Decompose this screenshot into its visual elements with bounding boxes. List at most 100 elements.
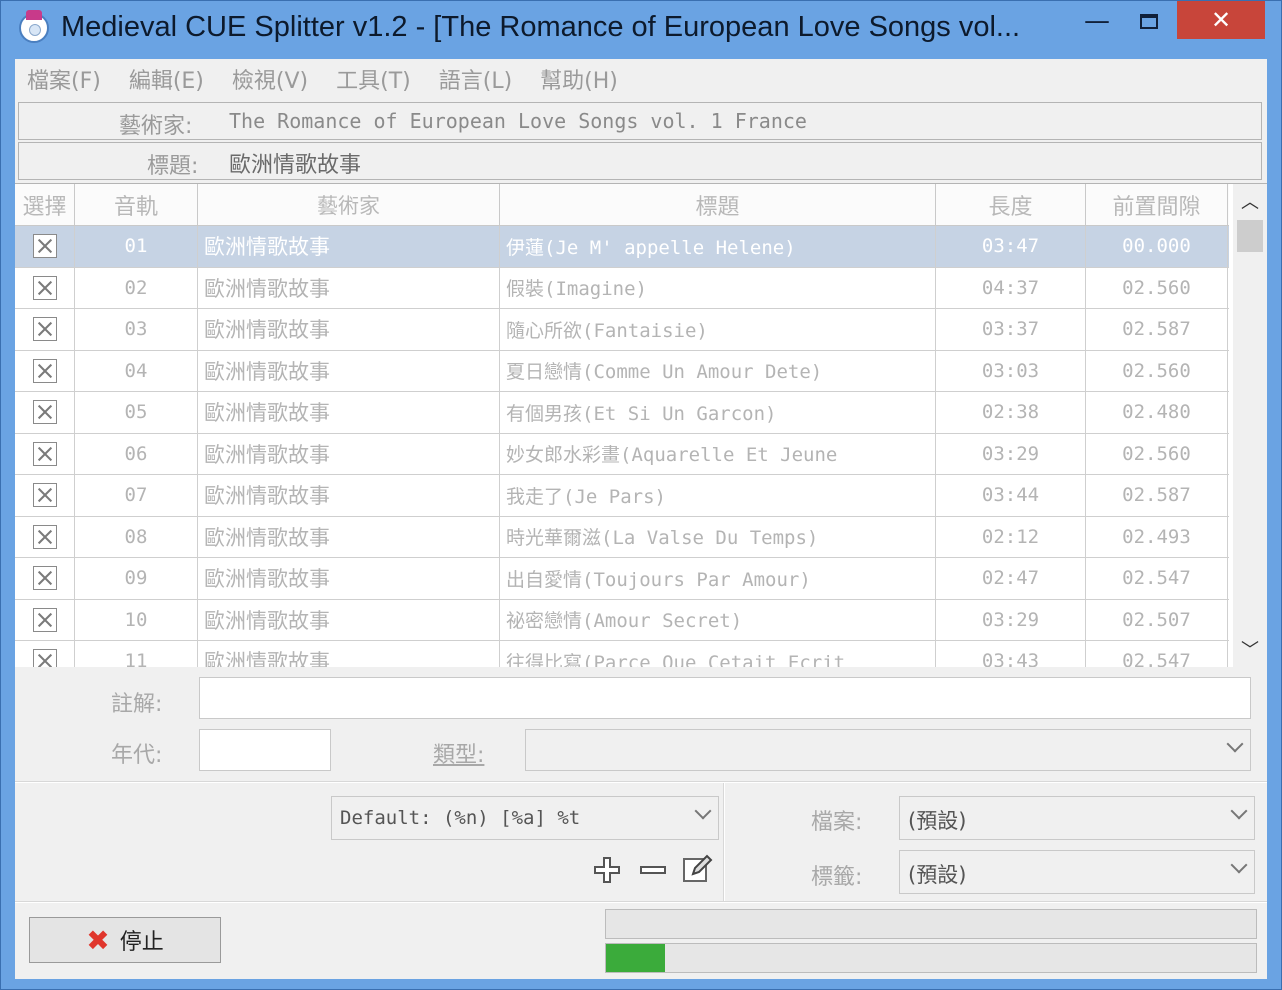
- file-select-value: (預設): [908, 809, 967, 833]
- naming-format-select[interactable]: Default: (%n) [%a] %t: [331, 796, 719, 840]
- track-artist: 歐洲情歌故事: [198, 350, 500, 391]
- row-checkbox[interactable]: [32, 358, 57, 383]
- remove-format-button[interactable]: [637, 854, 669, 886]
- row-checkbox[interactable]: [32, 649, 57, 667]
- column-header-artist[interactable]: 藝術家: [198, 184, 500, 225]
- table-row[interactable]: 10 歐洲情歌故事 祕密戀情(Amour Secret) 03:29 02.507: [15, 599, 1229, 641]
- row-select-cell: [15, 309, 75, 350]
- file-select[interactable]: (預設): [899, 796, 1255, 840]
- table-row[interactable]: 07 歐洲情歌故事 我走了(Je Pars) 03:44 02.587: [15, 475, 1229, 517]
- tag-select[interactable]: (預設): [899, 850, 1255, 894]
- add-format-button[interactable]: [591, 854, 623, 886]
- row-select-cell: [15, 516, 75, 557]
- track-pregap: 02.493: [1086, 516, 1228, 557]
- track-number: 03: [75, 309, 198, 350]
- row-checkbox[interactable]: [32, 607, 57, 632]
- title-bar[interactable]: Medieval CUE Splitter v1.2 - [The Romanc…: [1, 1, 1281, 59]
- genre-label[interactable]: 類型:: [433, 737, 484, 769]
- comment-input[interactable]: [199, 677, 1251, 719]
- edit-format-button[interactable]: [681, 852, 713, 884]
- track-artist: 歐洲情歌故事: [198, 433, 500, 474]
- track-artist: 歐洲情歌故事: [198, 599, 500, 640]
- scroll-down-icon[interactable]: ﹀: [1233, 632, 1267, 666]
- track-title: 我走了(Je Pars): [500, 475, 936, 516]
- row-checkbox[interactable]: [32, 441, 57, 466]
- track-pregap: 02.560: [1086, 433, 1228, 474]
- album-artist-label: 藝術家:: [119, 114, 193, 139]
- track-title: 出自愛情(Toujours Par Amour): [500, 558, 936, 599]
- album-title-label: 標題:: [147, 154, 199, 179]
- year-label: 年代:: [111, 743, 163, 768]
- track-number: 11: [75, 641, 198, 667]
- column-header-length[interactable]: 長度: [936, 184, 1086, 225]
- menu-help[interactable]: 幫助(H): [540, 63, 618, 95]
- stop-button[interactable]: ✖ 停止: [29, 917, 221, 963]
- row-select-cell: [15, 641, 75, 667]
- column-header-track[interactable]: 音軌: [75, 184, 198, 225]
- album-title-row: 標題: 歐洲情歌故事: [18, 142, 1262, 180]
- album-title-value[interactable]: 歐洲情歌故事: [229, 147, 361, 179]
- table-row[interactable]: 03 歐洲情歌故事 隨心所欲(Fantaisie) 03:37 02.587: [15, 309, 1229, 351]
- table-scrollbar[interactable]: ︿ ﹀: [1233, 184, 1267, 667]
- genre-select[interactable]: [525, 729, 1251, 771]
- menu-view[interactable]: 檢視(V): [232, 63, 308, 95]
- minimize-button[interactable]: —: [1071, 1, 1123, 41]
- row-checkbox[interactable]: [32, 566, 57, 591]
- close-button[interactable]: ✕: [1177, 1, 1265, 39]
- row-checkbox[interactable]: [32, 483, 57, 508]
- track-pregap: 02.560: [1086, 267, 1228, 308]
- table-header: 選擇 音軌 藝術家 標題 長度 前置間隙: [15, 184, 1229, 226]
- column-header-select[interactable]: 選擇: [15, 184, 75, 225]
- row-select-cell: [15, 558, 75, 599]
- chevron-down-icon: [696, 805, 710, 819]
- row-checkbox[interactable]: [32, 400, 57, 425]
- edit-pencil-icon: [683, 854, 713, 882]
- menu-edit[interactable]: 編輯(E): [129, 63, 204, 95]
- row-checkbox[interactable]: [32, 524, 57, 549]
- maximize-icon: [1140, 13, 1158, 29]
- track-length: 04:37: [936, 267, 1086, 308]
- divider: [15, 781, 1267, 783]
- column-header-title[interactable]: 標題: [500, 184, 936, 225]
- overall-progress-bar: [605, 909, 1257, 939]
- table-row[interactable]: 11 歐洲情歌故事 往得比寫(Parce Que Cetait Ecrit 03:43…: [15, 641, 1229, 667]
- track-artist: 歐洲情歌故事: [198, 516, 500, 557]
- row-checkbox[interactable]: [32, 275, 57, 300]
- scroll-up-icon[interactable]: ︿: [1233, 184, 1267, 218]
- track-artist: 歐洲情歌故事: [198, 226, 500, 267]
- track-progress-fill: [606, 944, 665, 972]
- table-row[interactable]: 09 歐洲情歌故事 出自愛情(Toujours Par Amour) 02:47 02.…: [15, 558, 1229, 600]
- tag-label: 標籤:: [811, 865, 863, 890]
- column-header-pregap[interactable]: 前置間隙: [1086, 184, 1228, 225]
- menu-tools[interactable]: 工具(T): [336, 63, 411, 95]
- track-artist: 歐洲情歌故事: [198, 558, 500, 599]
- table-row[interactable]: 02 歐洲情歌故事 假裝(Imagine) 04:37 02.560: [15, 267, 1229, 309]
- year-input[interactable]: [199, 729, 331, 771]
- plus-icon: [594, 857, 620, 883]
- tag-select-value: (預設): [908, 863, 967, 887]
- track-table: 選擇 音軌 藝術家 標題 長度 前置間隙 01 歐洲情歌故事 伊蓮(Je M' ap…: [15, 183, 1267, 667]
- chevron-down-icon: [1228, 738, 1242, 752]
- row-checkbox[interactable]: [32, 234, 57, 259]
- album-artist-value[interactable]: The Romance of European Love Songs vol. …: [229, 109, 807, 133]
- track-length: 02:12: [936, 516, 1086, 557]
- table-row[interactable]: 08 歐洲情歌故事 時光華爾滋(La Valse Du Temps) 02:12 02.…: [15, 516, 1229, 558]
- track-length: 03:37: [936, 309, 1086, 350]
- row-checkbox[interactable]: [32, 317, 57, 342]
- scroll-thumb[interactable]: [1237, 220, 1263, 252]
- table-row[interactable]: 01 歐洲情歌故事 伊蓮(Je M' appelle Helene) 03:47 00.…: [15, 226, 1229, 268]
- table-row[interactable]: 04 歐洲情歌故事 夏日戀情(Comme Un Amour Dete) 03:03 02…: [15, 350, 1229, 392]
- naming-format-value: Default: (%n) [%a] %t: [340, 807, 581, 829]
- menu-file[interactable]: 檔案(F): [27, 63, 101, 95]
- table-row[interactable]: 06 歐洲情歌故事 妙女郎水彩畫(Aquarelle Et Jeune 03:29 02…: [15, 433, 1229, 475]
- row-select-cell: [15, 267, 75, 308]
- divider: [723, 783, 725, 901]
- menu-language[interactable]: 語言(L): [439, 63, 512, 95]
- track-number: 07: [75, 475, 198, 516]
- track-pregap: 02.547: [1086, 641, 1228, 667]
- maximize-button[interactable]: [1123, 1, 1175, 41]
- track-number: 09: [75, 558, 198, 599]
- track-length: 03:03: [936, 350, 1086, 391]
- table-row[interactable]: 05 歐洲情歌故事 有個男孩(Et Si Un Garcon) 02:38 02.480: [15, 392, 1229, 434]
- app-icon[interactable]: [19, 10, 49, 43]
